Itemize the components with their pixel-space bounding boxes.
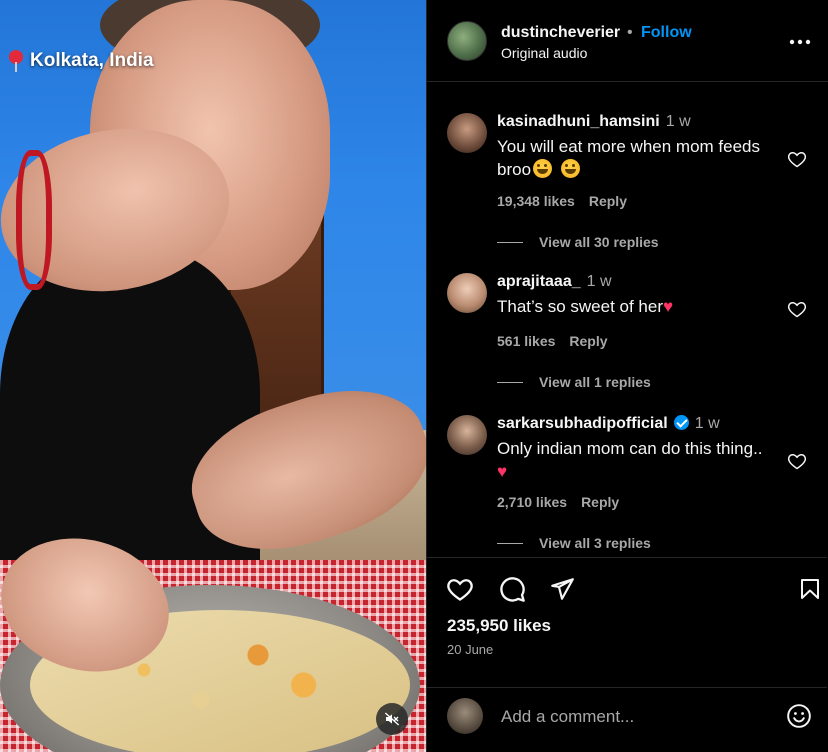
reel-video[interactable]: Kolkata, India	[0, 0, 426, 752]
comment-button[interactable]	[497, 574, 527, 604]
like-button[interactable]	[445, 574, 475, 604]
more-options-icon	[789, 39, 811, 45]
follow-button[interactable]: Follow	[641, 24, 692, 42]
pin-icon	[8, 50, 24, 72]
commenter-avatar[interactable]	[447, 273, 487, 313]
commenter-avatar[interactable]	[447, 113, 487, 153]
comment-meta: 2,710 likes Reply	[497, 494, 619, 510]
view-replies-button[interactable]: View all 30 replies	[497, 234, 659, 250]
comment-text: That’s so sweet of her♥	[497, 297, 674, 316]
action-bar: 235,950 likes 20 June	[427, 557, 827, 687]
muted-speaker-icon	[384, 712, 400, 726]
comment-username[interactable]: kasinadhuni_hamsini 1 w	[497, 113, 691, 131]
bookmark-icon	[801, 579, 819, 599]
comment-bubble-icon	[500, 577, 525, 602]
comment-item: kasinadhuni_hamsini 1 w You will eat more…	[427, 113, 827, 253]
location-tag[interactable]: Kolkata, India	[8, 50, 154, 72]
view-replies-button[interactable]: View all 3 replies	[497, 535, 651, 551]
post-date: 20 June	[447, 642, 494, 657]
paper-plane-icon	[551, 578, 574, 600]
reply-button[interactable]: Reply	[569, 333, 607, 349]
grinning-sweat-emoji-icon	[560, 159, 580, 178]
comment-username[interactable]: aprajitaaa_ 1 w	[497, 273, 612, 291]
author-username[interactable]: dustincheverier	[501, 24, 620, 42]
replies-divider	[497, 542, 523, 544]
video-frame	[0, 0, 426, 752]
comment-time: 1 w	[586, 273, 612, 290]
audio-label[interactable]: Original audio	[501, 45, 587, 61]
comment-meta: 19,348 likes Reply	[497, 193, 627, 209]
current-user-avatar	[447, 698, 483, 734]
reply-button[interactable]: Reply	[581, 494, 619, 510]
heart-icon[interactable]	[787, 299, 807, 319]
comment-item: aprajitaaa_ 1 w That’s so sweet of her♥ 5…	[427, 273, 827, 393]
comment-time: 1 w	[694, 415, 720, 432]
comment-likes[interactable]: 561 likes	[497, 333, 555, 349]
replies-divider	[497, 381, 523, 383]
comment-username[interactable]: sarkarsubhadipofficial 1 w	[497, 415, 720, 433]
comment-meta: 561 likes Reply	[497, 333, 608, 349]
pink-heart-emoji-icon: ♥	[497, 462, 508, 481]
comment-likes[interactable]: 19,348 likes	[497, 193, 575, 209]
comment-likes[interactable]: 2,710 likes	[497, 494, 567, 510]
grinning-sweat-emoji-icon	[533, 159, 553, 178]
heart-icon	[447, 579, 473, 601]
heart-icon[interactable]	[787, 451, 807, 471]
post-sidebar: dustincheverier • Follow Original audio …	[426, 0, 828, 752]
reply-button[interactable]: Reply	[589, 193, 627, 209]
replies-divider	[497, 241, 523, 243]
separator-dot: •	[627, 24, 633, 41]
share-button[interactable]	[547, 574, 577, 604]
view-replies-button[interactable]: View all 1 replies	[497, 374, 651, 390]
more-options-button[interactable]	[788, 30, 812, 54]
comment-text: You will eat more when mom feeds broo	[497, 137, 761, 179]
likes-count[interactable]: 235,950 likes	[447, 616, 551, 636]
commenter-avatar[interactable]	[447, 415, 487, 455]
pink-heart-emoji-icon: ♥	[663, 297, 674, 316]
add-comment-bar	[427, 687, 827, 752]
comment-input[interactable]	[501, 702, 771, 732]
smiley-icon	[787, 704, 811, 728]
comment-item: sarkarsubhadipofficial 1 w Only indian mo…	[427, 415, 827, 555]
heart-icon[interactable]	[787, 149, 807, 169]
mute-button[interactable]	[376, 703, 408, 735]
verified-badge-icon	[673, 415, 689, 430]
post-header: dustincheverier • Follow Original audio	[427, 0, 828, 82]
save-button[interactable]	[795, 574, 825, 604]
comments-list[interactable]: kasinadhuni_hamsini 1 w You will eat more…	[427, 83, 827, 557]
comment-text: Only indian mom can do this thing.. ♥	[497, 439, 763, 481]
comment-time: 1 w	[665, 113, 691, 130]
location-label: Kolkata, India	[30, 50, 154, 71]
video-bangle	[16, 150, 52, 290]
emoji-picker-button[interactable]	[785, 702, 813, 730]
author-avatar[interactable]	[447, 21, 487, 61]
